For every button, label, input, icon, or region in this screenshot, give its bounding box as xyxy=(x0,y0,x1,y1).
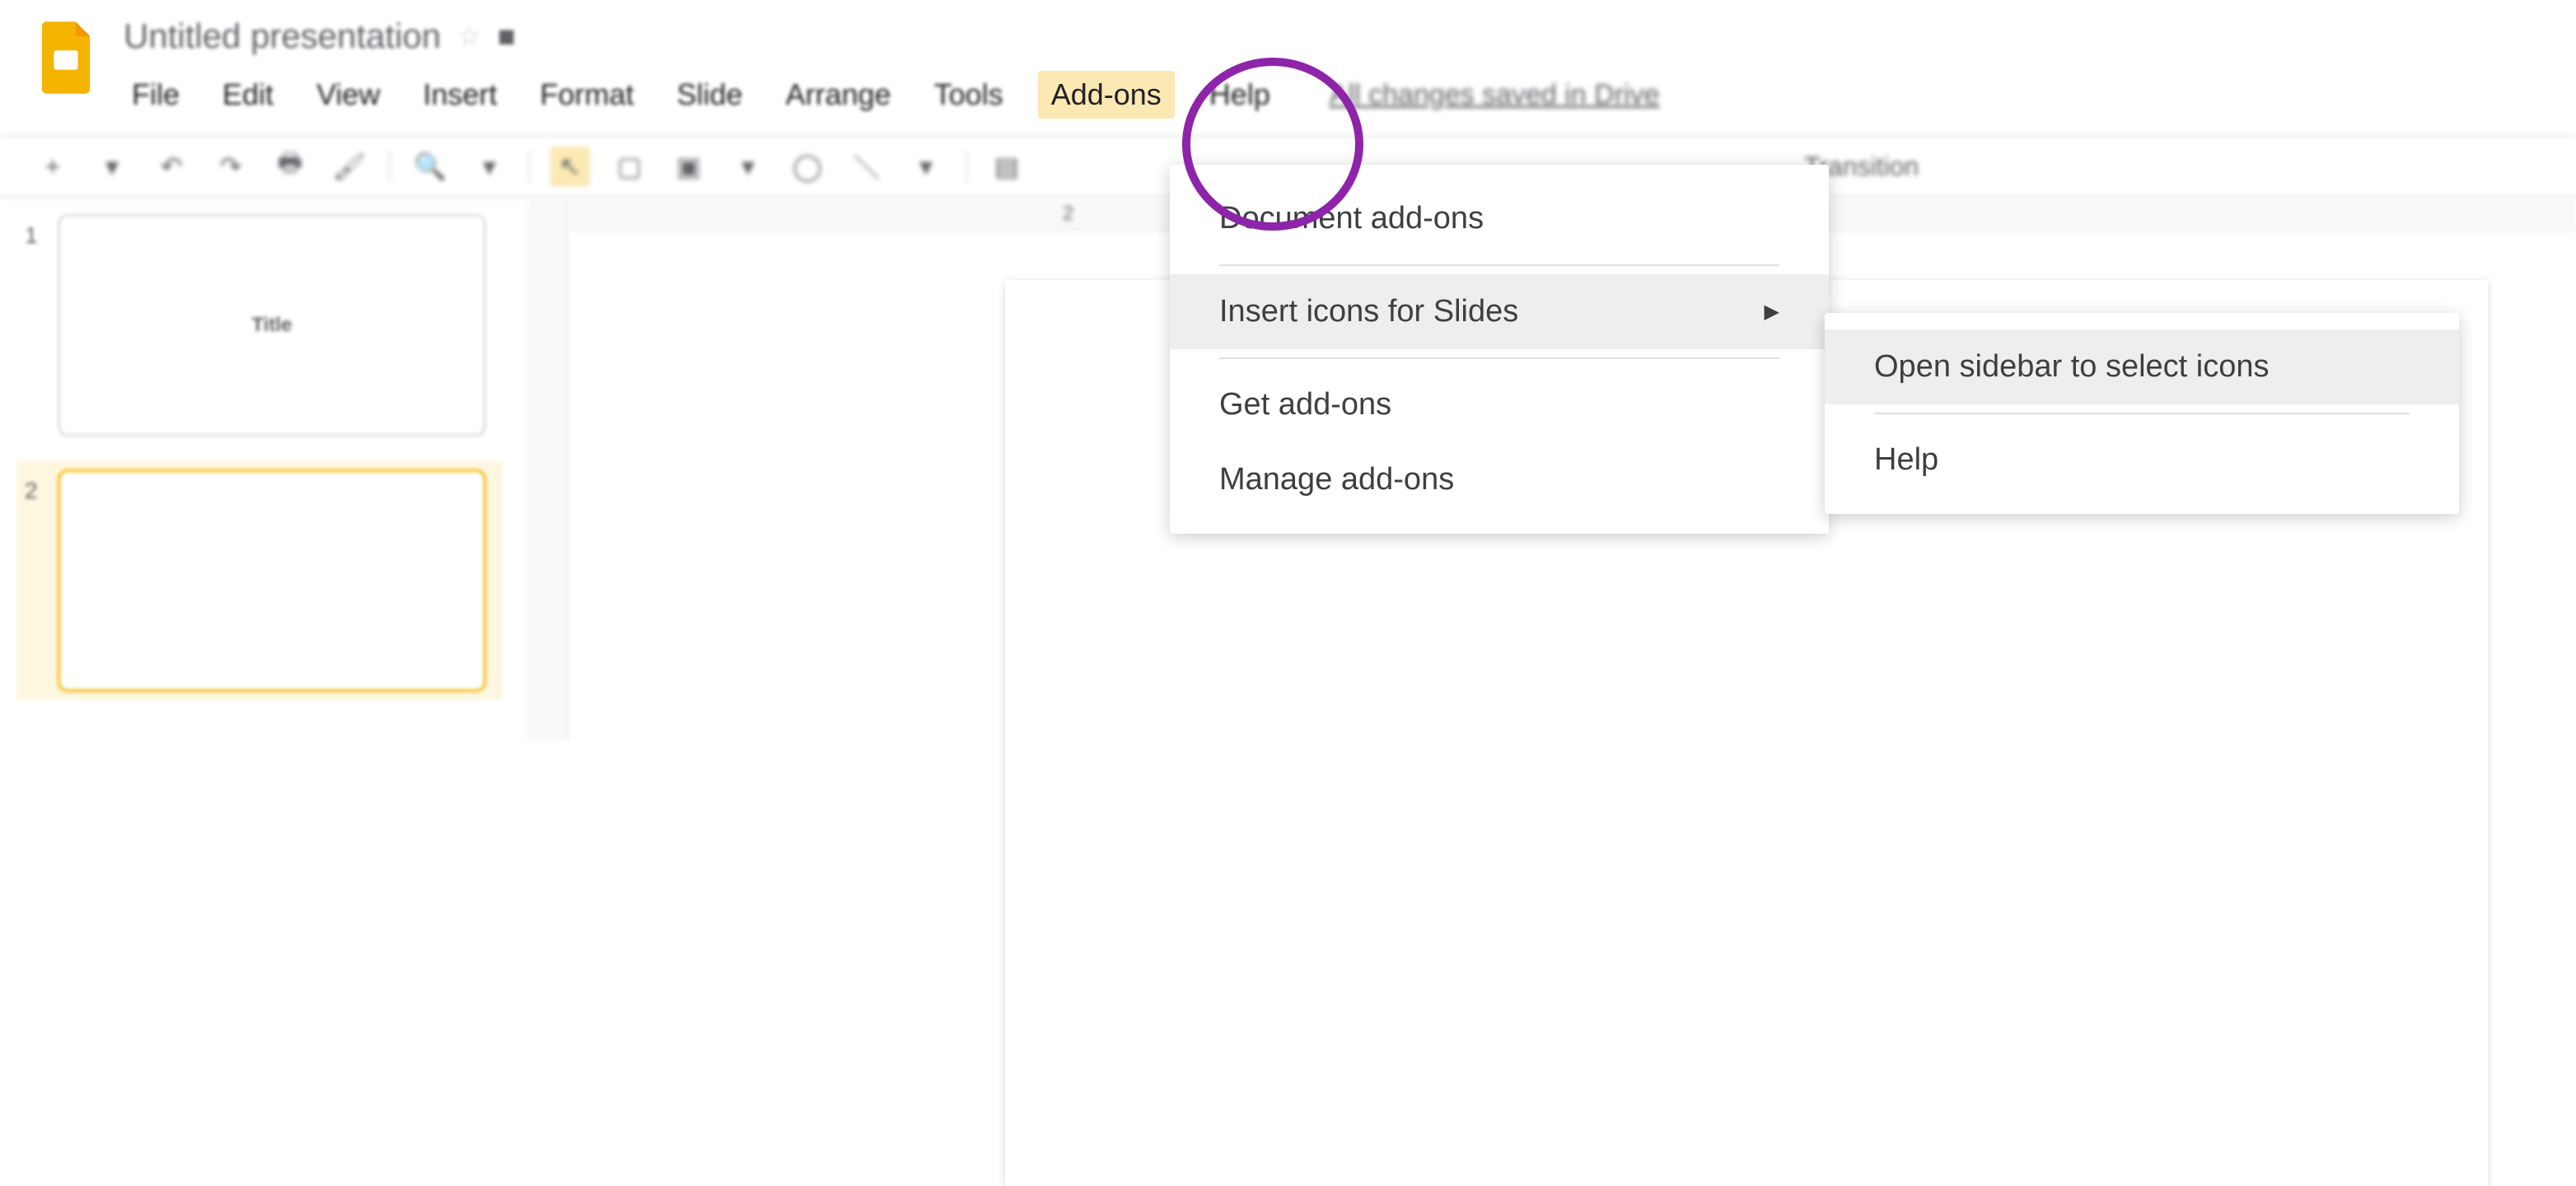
separator xyxy=(1219,357,1779,359)
select-tool[interactable]: ↖ xyxy=(550,147,590,186)
slide-title-placeholder: Title xyxy=(252,314,292,337)
menubar: File Edit View Insert Format Slide Arran… xyxy=(124,71,2543,119)
menu-view[interactable]: View xyxy=(308,71,388,119)
slide-number: 1 xyxy=(25,214,58,437)
menu-slide[interactable]: Slide xyxy=(669,71,751,119)
redo-button[interactable]: ↷ xyxy=(211,147,250,186)
menu-arrange[interactable]: Arrange xyxy=(778,71,900,119)
dropdown-icon[interactable]: ▾ xyxy=(92,147,132,186)
menu-item-label: Manage add-ons xyxy=(1219,462,1454,497)
menu-item-insert-icons[interactable]: Insert icons for Slides ▶ xyxy=(1170,274,1829,349)
dropdown-icon[interactable]: ▾ xyxy=(906,147,946,186)
slide-number: 2 xyxy=(25,469,58,692)
menu-insert[interactable]: Insert xyxy=(414,71,505,119)
comment-button[interactable]: ▤ xyxy=(987,147,1026,186)
menu-addons[interactable]: Add-ons xyxy=(1038,71,1175,119)
insert-icons-submenu: Open sidebar to select icons Help xyxy=(1825,313,2459,514)
zoom-button[interactable]: 🔍 xyxy=(410,147,450,186)
separator xyxy=(389,150,390,183)
separator xyxy=(1219,264,1779,266)
submenu-item-open-sidebar[interactable]: Open sidebar to select icons xyxy=(1825,329,2459,404)
submenu-item-help[interactable]: Help xyxy=(1825,423,2459,497)
slide-panel: 1 Title 2 xyxy=(0,198,527,741)
print-button[interactable]: 🖶 xyxy=(270,147,310,186)
menu-tools[interactable]: Tools xyxy=(926,71,1012,119)
star-icon[interactable]: ☆ xyxy=(457,21,481,52)
paint-format-button[interactable]: 🖌 xyxy=(330,147,369,186)
separator xyxy=(529,150,531,183)
chevron-right-icon: ▶ xyxy=(1765,300,1779,324)
new-slide-button[interactable]: + xyxy=(33,147,72,186)
vertical-ruler xyxy=(527,198,568,741)
shape-button[interactable]: ◯ xyxy=(788,147,827,186)
image-button[interactable]: ▣ xyxy=(669,147,708,186)
undo-button[interactable]: ↶ xyxy=(152,147,191,186)
menu-item-label: Insert icons for Slides xyxy=(1219,294,1518,329)
addons-dropdown: Document add-ons Insert icons for Slides… xyxy=(1170,165,1829,534)
separator xyxy=(1874,413,2410,414)
separator xyxy=(965,150,967,183)
save-status[interactable]: All changes saved in Drive xyxy=(1330,79,1660,111)
document-title[interactable]: Untitled presentation xyxy=(124,16,441,56)
folder-icon[interactable]: ■ xyxy=(498,19,516,54)
menu-item-get-addons[interactable]: Get add-ons xyxy=(1170,367,1829,442)
dropdown-icon[interactable]: ▾ xyxy=(728,147,768,186)
slide-thumbnail-1[interactable]: 1 Title xyxy=(25,214,503,437)
menu-format[interactable]: Format xyxy=(532,71,643,119)
ruler-tick: 2 xyxy=(1063,203,1073,226)
menu-item-document-addons[interactable]: Document add-ons xyxy=(1170,181,1829,256)
slides-logo-icon[interactable] xyxy=(33,16,99,99)
menu-item-label: Get add-ons xyxy=(1219,387,1391,423)
menu-file[interactable]: File xyxy=(124,71,188,119)
menu-item-label: Document add-ons xyxy=(1219,201,1484,236)
menu-help[interactable]: Help xyxy=(1201,71,1279,119)
line-button[interactable]: ＼ xyxy=(847,147,886,186)
dropdown-icon[interactable]: ▾ xyxy=(470,147,509,186)
menu-item-manage-addons[interactable]: Manage add-ons xyxy=(1170,442,1829,517)
slide-thumbnail-2[interactable]: 2 xyxy=(16,461,503,700)
textbox-button[interactable]: ▢ xyxy=(610,147,649,186)
menu-edit[interactable]: Edit xyxy=(214,71,282,119)
